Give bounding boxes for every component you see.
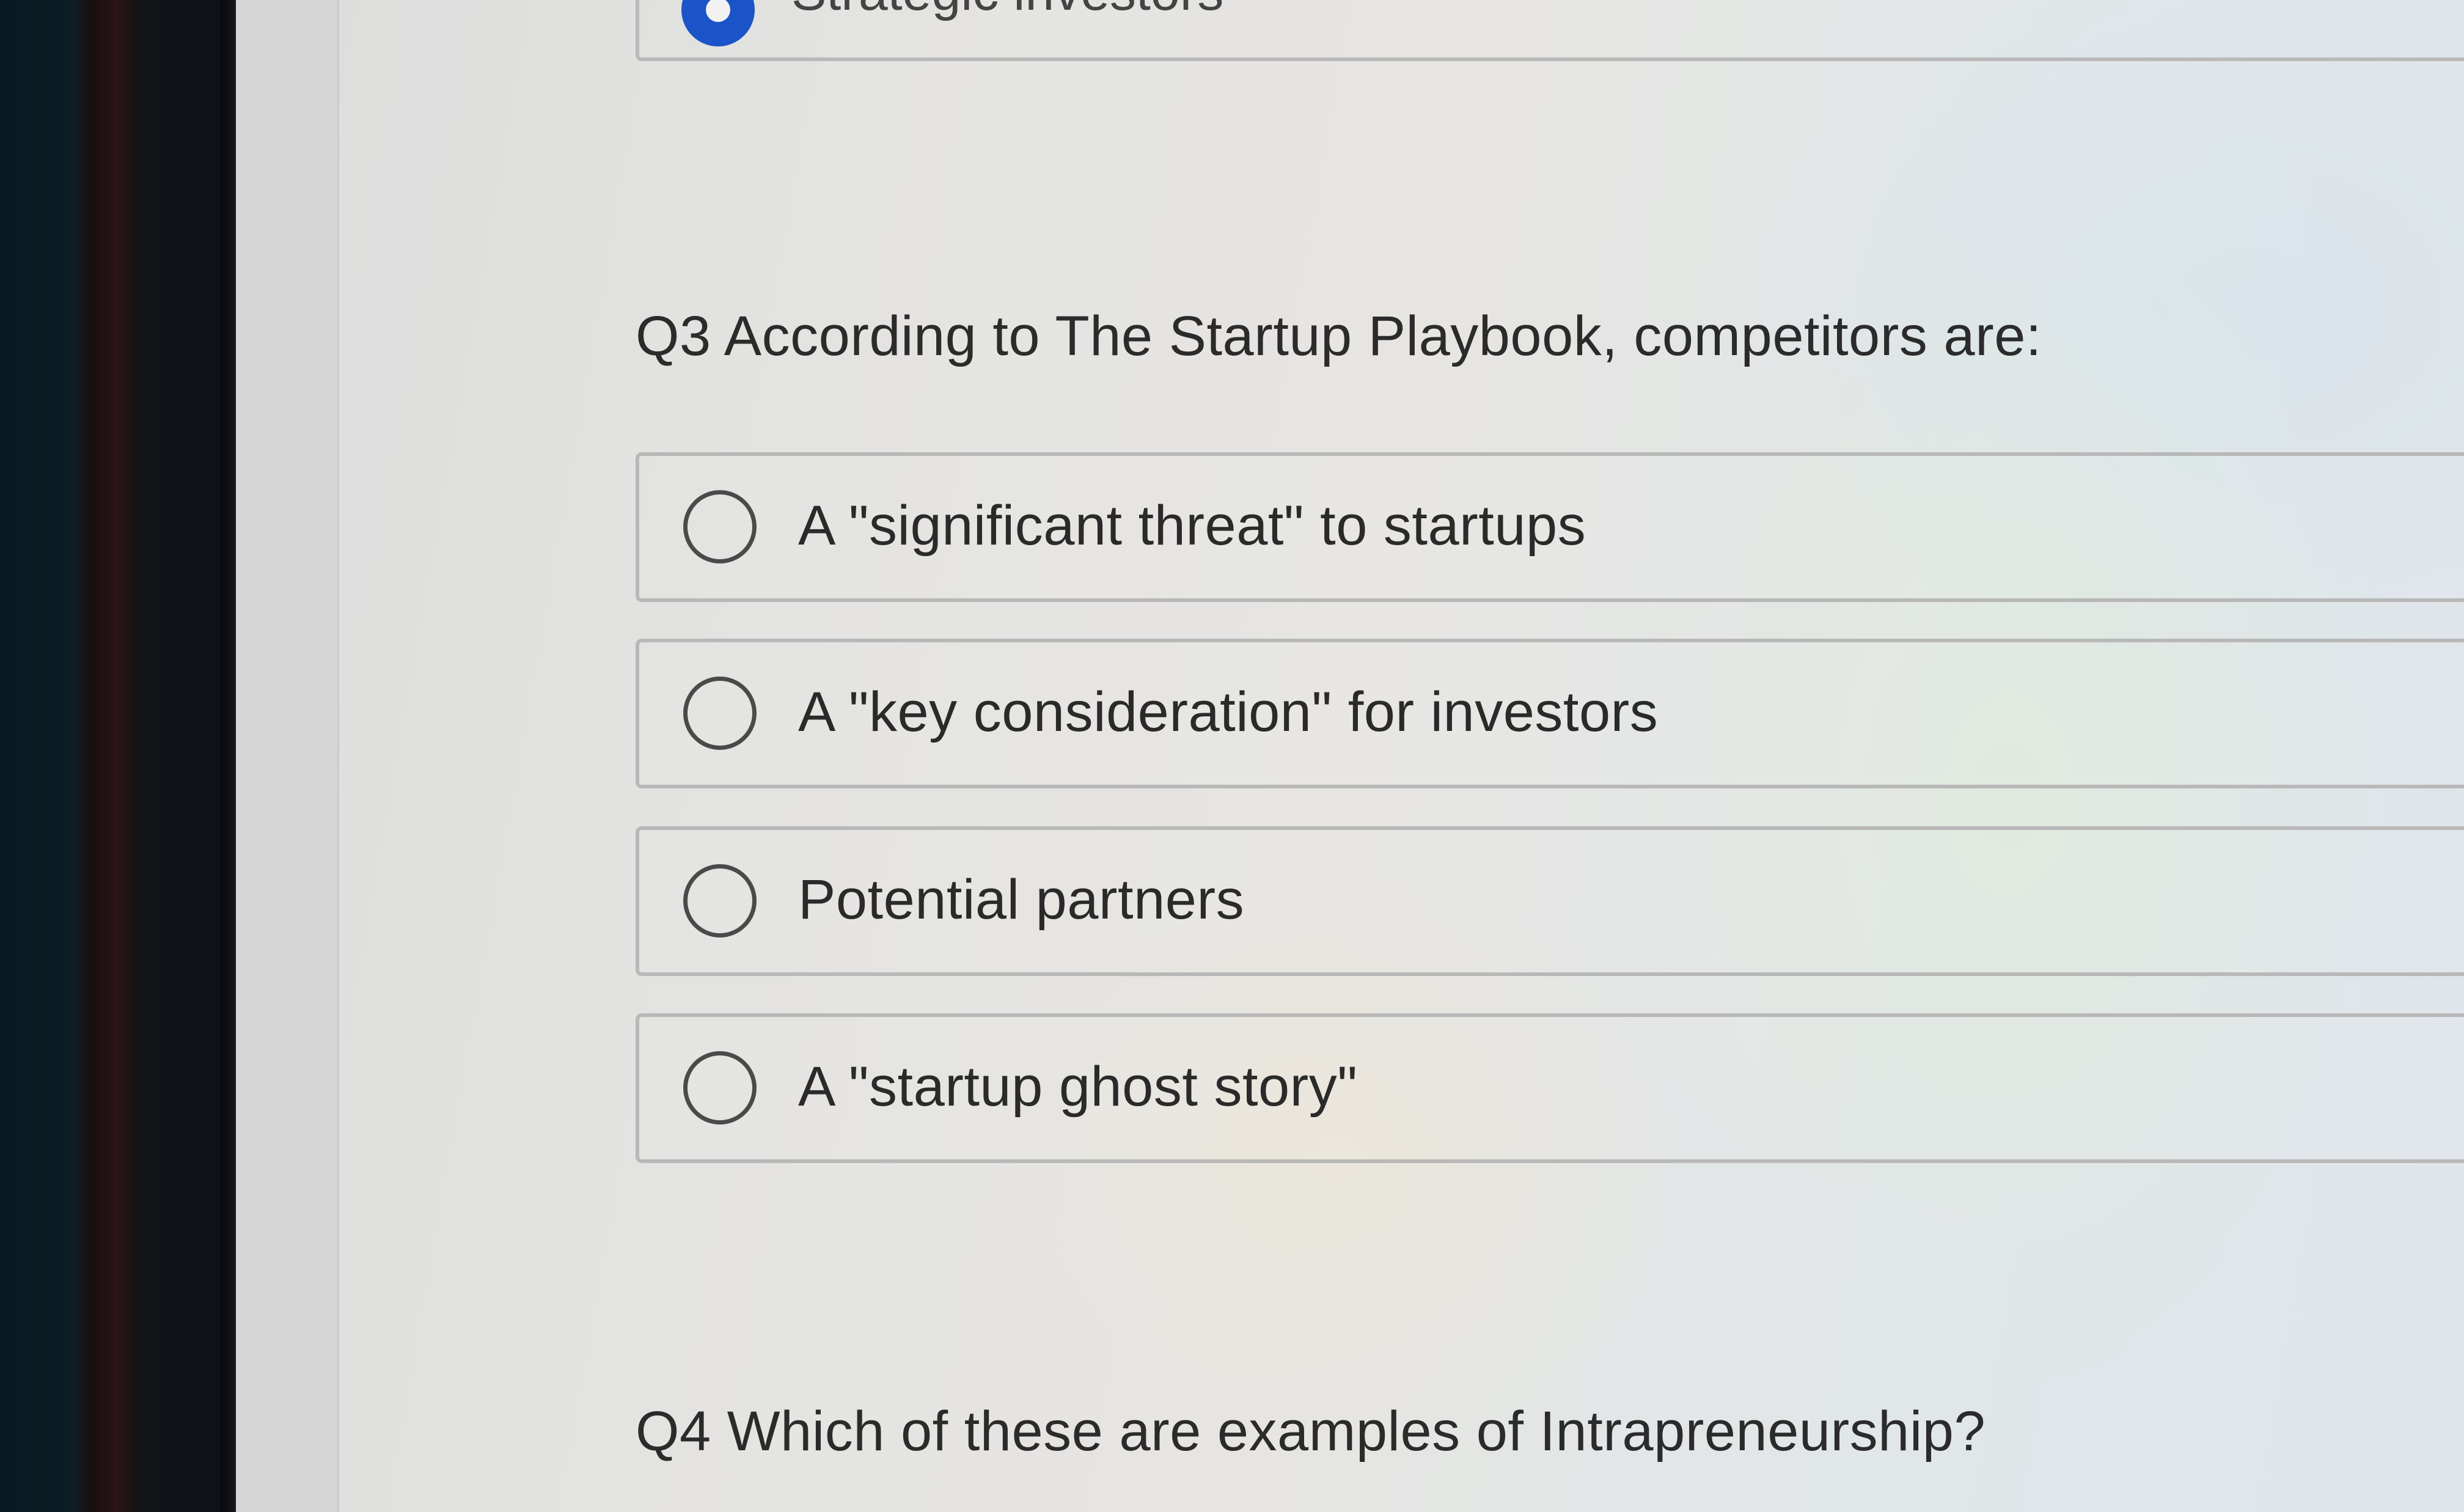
q3-option-1[interactable]: A "significant threat" to startups — [636, 452, 2464, 602]
radio-button[interactable] — [683, 490, 757, 563]
q3-option-2[interactable]: A "key consideration" for investors — [636, 639, 2464, 788]
option-label: Potential partners — [798, 868, 1245, 931]
prev-option-label: Strategic investors — [791, 0, 1223, 23]
radio-button[interactable] — [683, 1051, 757, 1125]
q3-option-3[interactable]: Potential partners — [636, 826, 2464, 976]
question-3-title: Q3 According to The Startup Playbook, co… — [636, 305, 2042, 367]
option-label: A "startup ghost story" — [798, 1055, 1358, 1118]
quiz-content: Strategic investors Q3 According to The … — [0, 0, 2464, 1512]
q3-option-4[interactable]: A "startup ghost story" — [636, 1013, 2464, 1163]
question-4-title: Q4 Which of these are examples of Intrap… — [636, 1400, 1986, 1462]
radio-button[interactable] — [683, 677, 757, 750]
option-label: A "significant threat" to startups — [798, 494, 1586, 557]
option-label: A "key consideration" for investors — [798, 681, 1659, 743]
radio-button[interactable] — [683, 864, 757, 938]
